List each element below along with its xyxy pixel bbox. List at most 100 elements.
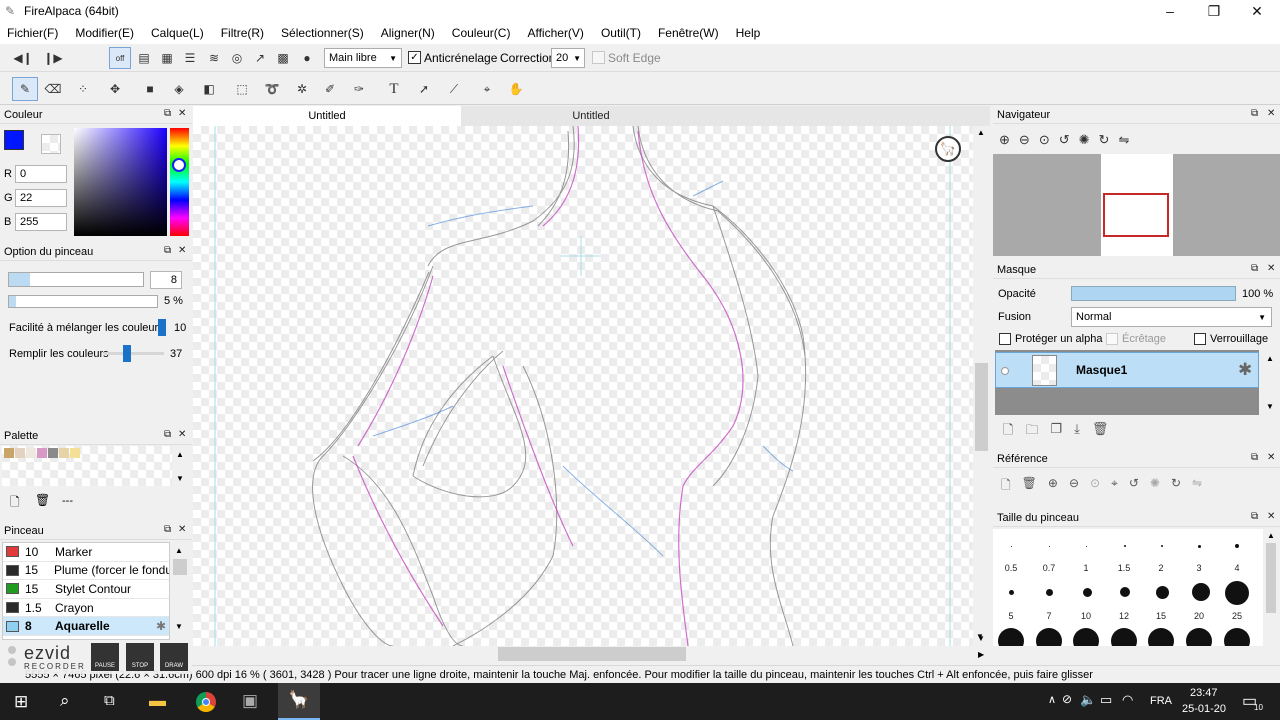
pattern-mesh-icon[interactable]: ▩ bbox=[272, 47, 294, 69]
menu-outil[interactable]: Outil(T) bbox=[601, 26, 641, 40]
navigator-viewport[interactable] bbox=[1103, 193, 1169, 237]
soft-edge-checkbox[interactable] bbox=[592, 51, 605, 64]
close-icon[interactable]: ✕ bbox=[178, 108, 186, 119]
brush-item-aquarelle[interactable]: 8 Aquarelle ✱ bbox=[3, 617, 169, 636]
close-icon[interactable]: ✕ bbox=[1267, 452, 1275, 463]
network-icon[interactable]: ▭ bbox=[1100, 692, 1112, 708]
brush-size-dot[interactable] bbox=[1009, 590, 1014, 595]
brush-size-dot[interactable] bbox=[1148, 628, 1174, 646]
layer-scroll-up-icon[interactable]: ▲ bbox=[1266, 354, 1274, 363]
brush-size-input[interactable]: 8 bbox=[150, 271, 182, 289]
brush-size-dot[interactable] bbox=[1161, 545, 1163, 547]
brush-item-plume[interactable]: 15 Plume (forcer le fondu bbox=[3, 561, 169, 581]
scroll-up-icon[interactable]: ▲ bbox=[977, 128, 985, 137]
brush-tool-icon[interactable]: ✎ bbox=[12, 77, 38, 101]
eyedropper-tool-icon[interactable]: ⌖ bbox=[476, 78, 498, 100]
palette-swatch[interactable] bbox=[37, 448, 47, 458]
brush-size-dot[interactable] bbox=[1124, 545, 1126, 547]
select-pen-tool-icon[interactable]: ✐ bbox=[319, 78, 341, 100]
brush-size-dot[interactable] bbox=[1083, 588, 1092, 597]
pause-button[interactable]: PAUSE bbox=[91, 643, 119, 671]
brush-opacity-slider[interactable] bbox=[8, 295, 158, 308]
palette-swatch[interactable] bbox=[4, 448, 14, 458]
gear-icon[interactable]: ✱ bbox=[156, 619, 166, 633]
eraser-tool-icon[interactable]: ⌫ bbox=[42, 78, 64, 100]
palette-swatch[interactable] bbox=[70, 448, 80, 458]
brush-item-stylet[interactable]: 15 Stylet Contour bbox=[3, 580, 169, 599]
fill-colors-slider-track[interactable] bbox=[104, 352, 164, 355]
dot-icon[interactable]: ● bbox=[296, 47, 318, 69]
blue-input[interactable]: 255 bbox=[15, 213, 67, 231]
new-reference-icon[interactable]: 🗋 bbox=[1001, 476, 1011, 497]
undock-icon[interactable]: ⧉ bbox=[164, 429, 171, 440]
clipping-checkbox[interactable] bbox=[1106, 333, 1118, 345]
primary-color-swatch[interactable] bbox=[4, 130, 24, 150]
delete-reference-icon[interactable]: 🗑 bbox=[1022, 476, 1037, 497]
menu-afficher[interactable]: Afficher(V) bbox=[527, 26, 583, 40]
pattern-circle-icon[interactable]: ◎ bbox=[226, 47, 248, 69]
pattern-lines-icon[interactable]: ☰ bbox=[179, 47, 201, 69]
vertical-scrollbar[interactable]: ▲ ▼ bbox=[973, 126, 990, 646]
wifi-icon[interactable]: ◠ bbox=[1122, 692, 1133, 708]
brush-size-dot[interactable] bbox=[1235, 544, 1239, 548]
task-view-icon[interactable]: ⧉ bbox=[104, 692, 115, 709]
select-eraser-tool-icon[interactable]: ✑ bbox=[348, 78, 370, 100]
brush-scroll-thumb[interactable] bbox=[173, 559, 187, 575]
undock-icon[interactable]: ⧉ bbox=[1251, 108, 1258, 119]
undock-icon[interactable]: ⧉ bbox=[1251, 511, 1258, 522]
palette-menu[interactable]: --- bbox=[62, 495, 73, 507]
undock-icon[interactable]: ⧉ bbox=[164, 245, 171, 256]
layer-scroll-down-icon[interactable]: ▼ bbox=[1266, 402, 1274, 411]
pattern-grid-icon[interactable]: ▦ bbox=[156, 47, 178, 69]
zoom-reset-icon[interactable]: ⊙ bbox=[1039, 132, 1050, 148]
ref-rotate-reset-icon[interactable]: ✺ bbox=[1150, 476, 1160, 497]
firealpaca-taskbar-icon[interactable]: 🦙 bbox=[278, 683, 320, 720]
ref-eyedropper-icon[interactable]: ⌖ bbox=[1111, 476, 1118, 497]
green-input[interactable]: 22 bbox=[15, 189, 67, 207]
chrome-icon[interactable] bbox=[196, 692, 216, 712]
divide-tool-icon[interactable]: ⟋ bbox=[443, 78, 465, 100]
text-tool-icon[interactable]: T bbox=[383, 78, 405, 100]
magic-wand-tool-icon[interactable]: ✲ bbox=[291, 78, 313, 100]
scroll-up-icon[interactable]: ▲ bbox=[1267, 531, 1275, 540]
ref-zoom-out-icon[interactable]: ⊖ bbox=[1069, 476, 1079, 497]
color-field[interactable] bbox=[74, 128, 167, 236]
app-monitor-icon[interactable]: ▣ bbox=[242, 691, 258, 711]
undock-icon[interactable]: ⧉ bbox=[164, 524, 171, 535]
operation-tool-icon[interactable]: ➚ bbox=[413, 78, 435, 100]
brush-size-dot[interactable] bbox=[1086, 546, 1087, 547]
hue-slider-handle[interactable] bbox=[172, 158, 186, 172]
brush-size-dot[interactable] bbox=[1036, 628, 1062, 646]
brush-size-dot[interactable] bbox=[1224, 628, 1250, 646]
duplicate-layer-icon[interactable]: ❐ bbox=[1050, 421, 1062, 443]
brush-size-dot[interactable] bbox=[1225, 581, 1249, 605]
brush-size-dot[interactable] bbox=[1156, 586, 1169, 599]
previous-icon[interactable]: ◀❙ bbox=[12, 47, 34, 69]
secondary-color-swatch[interactable] bbox=[41, 134, 61, 154]
blend-ease-slider-handle[interactable] bbox=[158, 319, 166, 336]
close-icon[interactable]: ✕ bbox=[1267, 108, 1275, 119]
clock-date[interactable]: 25-01-20 bbox=[1182, 703, 1226, 715]
vertical-scroll-thumb[interactable] bbox=[975, 363, 988, 451]
stop-button[interactable]: STOP bbox=[126, 643, 154, 671]
move-tool-icon[interactable]: ✥ bbox=[104, 78, 126, 100]
merge-layer-icon[interactable]: ⤓ bbox=[1074, 421, 1080, 443]
palette-swatch[interactable] bbox=[59, 448, 69, 458]
brush-size-slider[interactable] bbox=[8, 272, 144, 287]
close-icon[interactable]: ✕ bbox=[178, 429, 186, 440]
brush-item-crayon[interactable]: 1.5 Crayon bbox=[3, 598, 169, 618]
palette-swatch[interactable] bbox=[26, 448, 36, 458]
select-rect-tool-icon[interactable]: ⬚ bbox=[231, 78, 253, 100]
layer-gear-icon[interactable]: ✱ bbox=[1238, 360, 1252, 380]
undock-icon[interactable]: ⧉ bbox=[1251, 263, 1258, 274]
palette-swatch[interactable] bbox=[48, 448, 58, 458]
horizontal-scroll-thumb[interactable] bbox=[498, 647, 686, 661]
bucket-tool-icon[interactable]: ◈ bbox=[168, 78, 190, 100]
antialias-checkbox[interactable]: ✓ bbox=[408, 51, 421, 64]
brush-size-dot[interactable] bbox=[1073, 628, 1099, 646]
new-layer-icon[interactable]: 🗋 bbox=[1003, 421, 1013, 443]
brush-item-marker[interactable]: 10 Marker bbox=[3, 543, 169, 562]
ref-zoom-in-icon[interactable]: ⊕ bbox=[1048, 476, 1058, 497]
close-icon[interactable]: ✕ bbox=[1267, 511, 1275, 522]
brush-mode-select[interactable]: Main libre ▼ bbox=[324, 48, 402, 68]
